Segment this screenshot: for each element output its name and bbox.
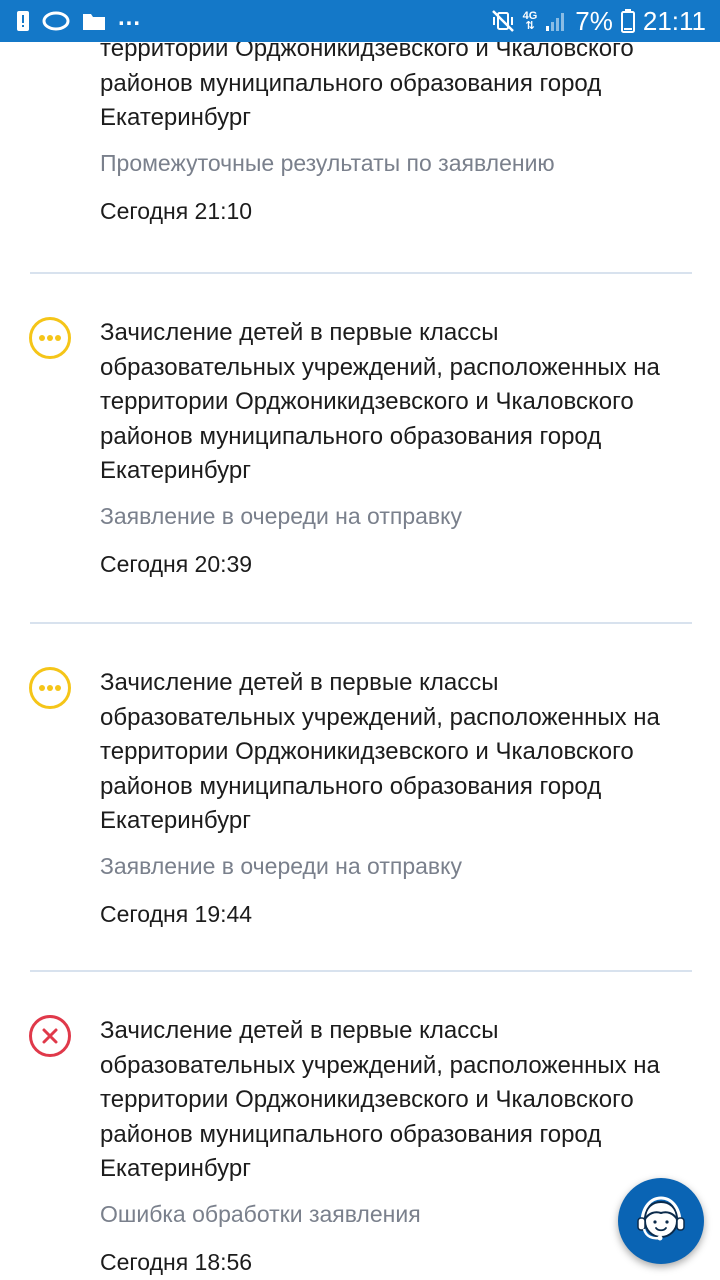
application-title: Зачисление детей в первые классы образов… bbox=[100, 319, 660, 484]
application-status: Заявление в очереди на отправку bbox=[100, 852, 462, 879]
battery-icon bbox=[620, 9, 635, 33]
support-agent-icon bbox=[631, 1191, 691, 1251]
alert-notification-icon bbox=[16, 10, 30, 32]
application-card[interactable]: Зачисление детей в первые классы образов… bbox=[0, 972, 720, 1280]
application-title: Зачисление детей в первые классы образов… bbox=[100, 669, 660, 834]
network-type-indicator: 4G ⇅ bbox=[522, 10, 538, 32]
application-status: Промежуточные результаты по заявлению bbox=[100, 149, 555, 176]
error-icon bbox=[28, 1014, 72, 1058]
status-bar-notifications: ... bbox=[16, 0, 141, 42]
ring-notification-icon bbox=[42, 11, 70, 31]
application-time: Сегодня 19:44 bbox=[100, 900, 253, 927]
battery-percent: 7% bbox=[575, 5, 613, 36]
application-time: Сегодня 18:56 bbox=[100, 1248, 253, 1275]
application-card-body: Зачисление детей в первые классы образов… bbox=[100, 316, 700, 579]
status-bar: ... 4G ⇅ 7% 21:11 bbox=[0, 0, 720, 42]
support-chat-button[interactable] bbox=[618, 1178, 704, 1264]
vibrate-mute-icon bbox=[491, 9, 515, 33]
application-card[interactable]: Зачисление детей в первые классы образов… bbox=[0, 624, 720, 970]
application-title: территории Орджоникидзевского и Чкаловск… bbox=[100, 35, 634, 131]
more-notifications-indicator: ... bbox=[118, 4, 142, 31]
pending-icon bbox=[28, 666, 72, 710]
application-status: Заявление в очереди на отправку bbox=[100, 502, 462, 529]
clock: 21:11 bbox=[642, 5, 706, 36]
folder-notification-icon bbox=[82, 11, 106, 31]
pending-icon bbox=[28, 316, 72, 360]
application-time: Сегодня 21:10 bbox=[100, 197, 253, 224]
application-card-body: Зачисление детей в первые классы образов… bbox=[100, 666, 700, 929]
signal-strength-icon bbox=[545, 10, 567, 32]
application-card[interactable]: Зачисление детей в первые классы образов… bbox=[0, 274, 720, 622]
application-card-body: территории Орджоникидзевского и Чкаловск… bbox=[100, 32, 700, 226]
application-card-body: Зачисление детей в первые классы образов… bbox=[100, 1014, 700, 1277]
application-status: Ошибка обработки заявления bbox=[100, 1200, 421, 1227]
status-bar-system: 4G ⇅ 7% 21:11 bbox=[491, 0, 706, 42]
application-title: Зачисление детей в первые классы образов… bbox=[100, 1017, 660, 1182]
applications-list: территории Орджоникидзевского и Чкаловск… bbox=[0, 0, 720, 1280]
application-time: Сегодня 20:39 bbox=[100, 550, 253, 577]
